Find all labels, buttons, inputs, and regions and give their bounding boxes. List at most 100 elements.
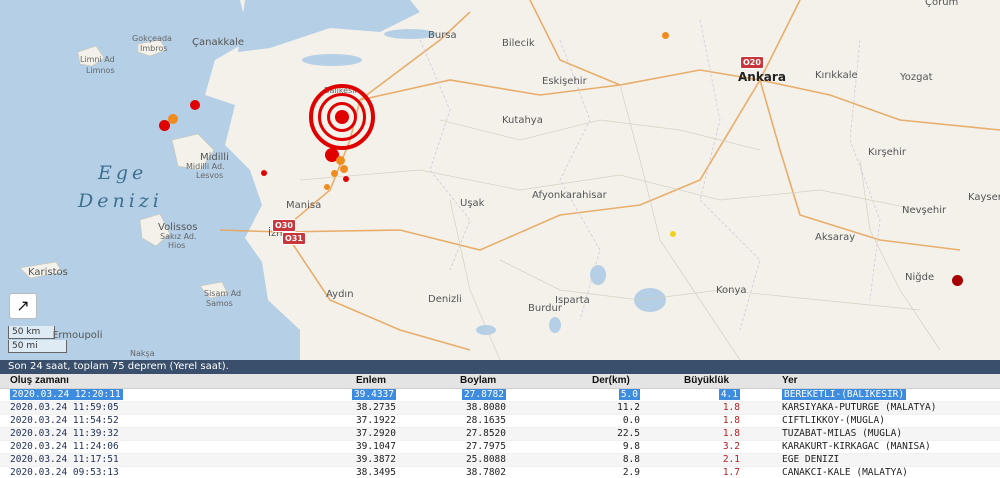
- map-label-lesvos: Lesvos: [196, 171, 224, 180]
- map-label-kayseri: Kayser: [968, 192, 1000, 203]
- cell-place: CIFTLIKKOY-(MUGLA): [782, 415, 885, 426]
- cell-lon: 27.8782: [461, 389, 506, 400]
- quake-marker[interactable]: [670, 231, 676, 237]
- quake-marker[interactable]: [340, 165, 348, 173]
- table-row[interactable]: 2020.03.24 11:59:05 38.2735 38.8080 11.2…: [0, 402, 1000, 415]
- road-shield-o31: O31: [282, 232, 306, 245]
- map-label-usak: Uşak: [460, 198, 485, 209]
- table-row[interactable]: 2020.03.24 11:39:32 37.2920 27.8520 22.5…: [0, 428, 1000, 441]
- map-label-ankara: Ankara: [738, 70, 786, 84]
- map-label-gokceada: Gokçeada: [132, 34, 172, 43]
- quake-marker[interactable]: [331, 170, 338, 177]
- cell-mag: 1.8: [722, 428, 740, 439]
- cell-time: 2020.03.24 12:20:11: [10, 389, 123, 400]
- cell-depth: 11.2: [617, 402, 640, 413]
- map-label-naksa: Nakşa: [130, 349, 155, 358]
- map-label-aksaray: Aksaray: [815, 232, 856, 243]
- cell-mag: 1.7: [722, 467, 740, 478]
- cell-mag: 4.1: [718, 389, 740, 400]
- map-label-konya: Konya: [716, 285, 747, 296]
- cell-depth: 5.0: [618, 389, 640, 400]
- map-label-eskisehir: Eskişehir: [542, 76, 587, 87]
- header-lat[interactable]: Enlem: [356, 374, 412, 388]
- cell-time: 2020.03.24 11:17:51: [10, 454, 119, 465]
- scale-bar-km: 50 km: [8, 326, 55, 339]
- cell-lat: 39.1047: [355, 441, 396, 452]
- map-label-bilecik: Bilecik: [502, 38, 535, 49]
- map-label-midilliad: Midilli Ad.: [186, 162, 225, 171]
- quake-marker[interactable]: [662, 32, 669, 39]
- quake-marker[interactable]: [343, 176, 349, 182]
- map-label-afyon: Afyonkarahisar: [532, 190, 607, 201]
- table-row[interactable]: 2020.03.24 11:17:51 39.3872 25.8088 8.8 …: [0, 454, 1000, 467]
- map-label-kirsehir: Kırşehir: [868, 147, 907, 158]
- map-label-nigde: Niğde: [905, 272, 935, 283]
- road-shield-o30: O30: [272, 219, 296, 232]
- map-label-denizli: Denizli: [428, 294, 462, 305]
- header-depth[interactable]: Der(km): [592, 374, 652, 388]
- quake-marker-main[interactable]: [335, 110, 349, 124]
- map-label-sakiz: Sakız Ad.: [160, 232, 197, 241]
- map-label-hios: Hios: [168, 241, 186, 250]
- cell-depth: 22.5: [617, 428, 640, 439]
- cell-time: 2020.03.24 11:59:05: [10, 402, 119, 413]
- cell-mag: 3.2: [722, 441, 740, 452]
- table-row-selected[interactable]: 2020.03.24 12:20:11 39.4337 27.8782 5.0 …: [0, 389, 1000, 402]
- cell-place: CANAKCI-KALE (MALATYA): [782, 467, 908, 478]
- map-label-yozgat: Yozgat: [900, 72, 933, 83]
- sea-label-line2: Denizi: [78, 190, 163, 212]
- cell-lat: 38.3495: [355, 467, 396, 478]
- map-label-kutahya: Kutahya: [502, 115, 543, 126]
- earthquake-monitor-app: Ege Denizi Gokçeada Imbros Çanakkale Lim…: [0, 0, 1000, 478]
- cell-time: 2020.03.24 11:54:52: [10, 415, 119, 426]
- quake-marker[interactable]: [159, 120, 170, 131]
- map-label-karistos: Karistos: [28, 267, 68, 278]
- road-shield-o20: O20: [740, 56, 764, 69]
- table-header: Oluş zamanı Enlem Boylam Der(km) Büyüklü…: [0, 374, 1000, 389]
- cell-lon: 27.7975: [465, 441, 506, 452]
- cell-mag: 2.1: [722, 454, 740, 465]
- header-place[interactable]: Yer: [782, 374, 798, 388]
- expand-icon: ↗: [16, 296, 30, 315]
- cell-mag: 1.8: [722, 402, 740, 413]
- map-label-aydin: Aydın: [326, 289, 354, 300]
- cell-lon: 38.8080: [465, 402, 506, 413]
- map-label-canakkale: Çanakkale: [192, 37, 245, 48]
- cell-time: 2020.03.24 11:24:06: [10, 441, 119, 452]
- quake-marker[interactable]: [261, 170, 267, 176]
- quake-marker[interactable]: [336, 156, 345, 165]
- summary-bar: Son 24 saat, toplam 75 deprem (Yerel saa…: [0, 360, 1000, 374]
- cell-lat: 38.2735: [355, 402, 396, 413]
- header-mag[interactable]: Büyüklük: [684, 374, 744, 388]
- map-base-layer: [0, 0, 1000, 360]
- cell-depth: 8.8: [622, 454, 640, 465]
- cell-time: 2020.03.24 09:53:13: [10, 467, 119, 478]
- earthquake-list: Son 24 saat, toplam 75 deprem (Yerel saa…: [0, 360, 1000, 478]
- map-label-limnos: Limnos: [86, 66, 115, 75]
- cell-place: BEREKETLI-(BALIKESIR): [782, 389, 907, 400]
- cell-depth: 2.9: [622, 467, 640, 478]
- header-lon[interactable]: Boylam: [460, 374, 506, 388]
- map-label-corum: Çorum: [925, 0, 959, 8]
- cell-lat: 37.2920: [355, 428, 396, 439]
- cell-lon: 38.7802: [465, 467, 506, 478]
- cell-lat: 37.1922: [355, 415, 396, 426]
- cell-mag: 1.8: [722, 415, 740, 426]
- map-label-manisa: Manisa: [286, 200, 322, 211]
- table-row[interactable]: 2020.03.24 09:53:13 38.3495 38.7802 2.9 …: [0, 467, 1000, 478]
- table-row[interactable]: 2020.03.24 11:24:06 39.1047 27.7975 9.8 …: [0, 441, 1000, 454]
- cell-place: KARAKURT-KIRKAGAC (MANISA): [782, 441, 931, 452]
- quake-marker[interactable]: [952, 275, 963, 286]
- map-label-nevsehir: Nevşehir: [902, 205, 947, 216]
- quake-marker[interactable]: [190, 100, 200, 110]
- expand-map-button[interactable]: ↗: [9, 293, 37, 319]
- table-row[interactable]: 2020.03.24 11:54:52 37.1922 28.1635 0.0 …: [0, 415, 1000, 428]
- earthquake-map[interactable]: Ege Denizi Gokçeada Imbros Çanakkale Lim…: [0, 0, 1000, 360]
- quake-marker[interactable]: [324, 184, 330, 190]
- map-label-imbros: Imbros: [140, 44, 168, 53]
- map-label-kirikkale: Kırıkkale: [815, 70, 858, 81]
- sea-label-line1: Ege: [98, 162, 148, 184]
- cell-depth: 0.0: [622, 415, 640, 426]
- cell-place: EGE DENIZI: [782, 454, 840, 465]
- header-time[interactable]: Oluş zamanı: [10, 374, 69, 388]
